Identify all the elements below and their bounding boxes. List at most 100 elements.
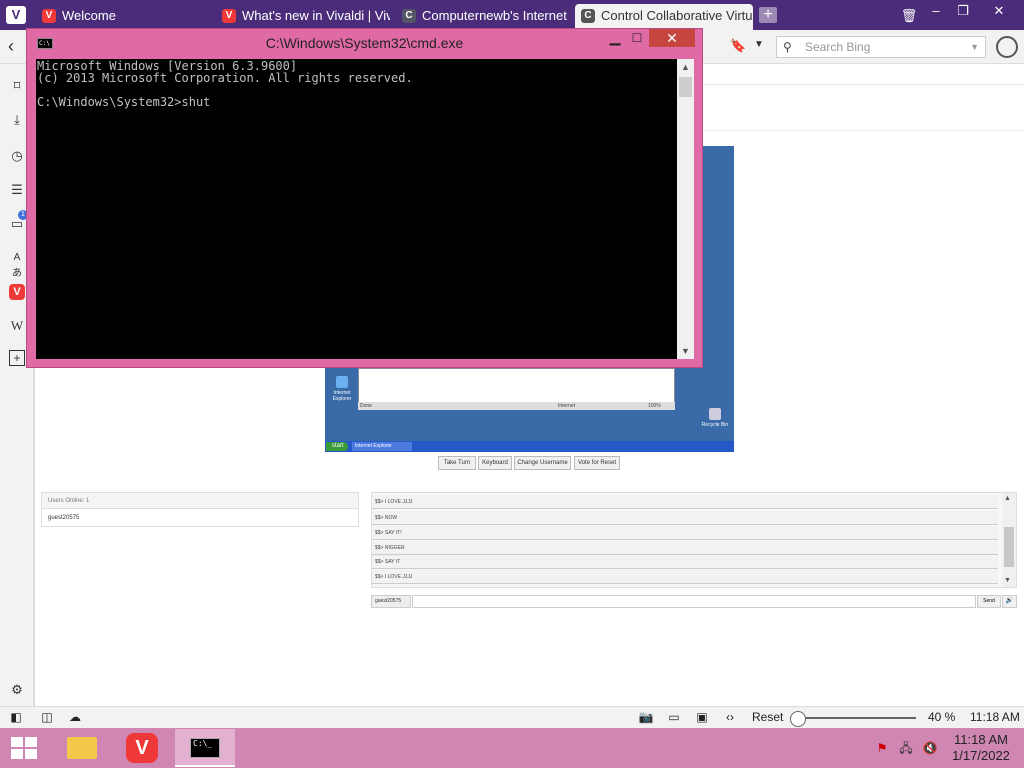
history-icon[interactable]: ◷ [9, 148, 25, 164]
windows-taskbar: V C:\_ ⚑ 🖧 🔇 11:18 AM 1/17/2022 [0, 728, 1024, 768]
recycle-bin-icon [709, 408, 721, 420]
change-username-button[interactable]: Change Username [514, 456, 571, 470]
tab-control-collaborative[interactable]: C Control Collaborative Virtu [575, 4, 753, 30]
tab-tiling-icon[interactable]: ◫ [39, 710, 55, 724]
zoom-slider-track[interactable] [790, 717, 916, 719]
console-line: (c) 2013 Microsoft Corporation. All righ… [37, 71, 413, 85]
download-icon[interactable]: ⤓ [9, 112, 25, 128]
vivaldi-taskbar-button[interactable]: V [113, 729, 173, 767]
browser-tab-bar: V V Welcome V What's new in Vivaldi | Vi… [0, 0, 1024, 30]
users-panel: Users Online: 1 guest20575 [41, 492, 359, 527]
chat-send-button[interactable]: Send [977, 595, 1001, 608]
cloud-sync-icon[interactable]: ☁ [67, 710, 83, 724]
vivaldi-icon[interactable]: V [9, 284, 25, 300]
tab-welcome[interactable]: V Welcome [36, 4, 212, 30]
users-online-header: Users Online: 1 [42, 493, 358, 509]
cmd-scroll-thumb[interactable] [679, 77, 692, 97]
chat-scroll-thumb[interactable] [1004, 527, 1014, 567]
file-explorer-taskbar-button[interactable] [51, 729, 111, 767]
window-icon[interactable]: ▭ [666, 710, 682, 724]
chevron-down-icon[interactable]: ▼ [970, 37, 979, 57]
new-tab-button[interactable]: + [759, 7, 777, 23]
chat-message: $$> SAY IT [372, 555, 998, 569]
camera-icon[interactable]: 📷 [638, 710, 654, 724]
cmd-maximize-button[interactable]: ☐ [627, 29, 647, 47]
scroll-up-icon[interactable]: ▲ [1004, 495, 1011, 502]
internet-explorer-icon [336, 376, 348, 388]
zoom-reset-button[interactable]: Reset [752, 710, 783, 724]
status-clock: 11:18 AM [970, 710, 1020, 724]
cmd-taskbar-button[interactable]: C:\_ [175, 729, 235, 767]
vm-ie-status-text: Done [360, 403, 372, 409]
chat-message: $$> NIGGER [372, 541, 998, 555]
chat-input[interactable] [412, 595, 976, 608]
computernewb-tab-icon: C [581, 9, 595, 23]
browser-status-bar: ◧ ◫ ☁ 📷 ▭ ▣ ‹› Reset 40 % 11:18 AM [0, 706, 1024, 728]
tab-label: Computernewb's Internet P [422, 8, 570, 23]
cmd-scrollbar[interactable]: ▲ ▼ [677, 59, 694, 359]
vm-task-button[interactable]: Internet Explorer [352, 442, 412, 451]
restore-button[interactable]: ❐ [950, 0, 976, 22]
vm-ie-zoom: 100% [648, 403, 661, 409]
vivaldi-tab-icon: V [222, 9, 236, 23]
vivaldi-tab-icon: V [42, 9, 56, 23]
take-turn-button[interactable]: Take Turn [438, 456, 476, 470]
vm-start-button[interactable]: start [326, 442, 348, 451]
cmd-console[interactable]: Microsoft Windows [Version 6.3.9600] (c) … [36, 59, 677, 359]
computernewb-tab-icon: C [402, 9, 416, 23]
tab-computernewb[interactable]: C Computernewb's Internet P [396, 4, 570, 30]
network-icon[interactable]: 🖧 [898, 740, 914, 756]
scroll-up-icon[interactable]: ▲ [677, 59, 694, 75]
action-center-flag-icon[interactable]: ⚑ [874, 740, 890, 756]
vm-ie-status-bar: Done Internet 100% [358, 402, 675, 410]
volume-muted-icon[interactable]: 🔇 [922, 740, 938, 756]
cmd-close-button[interactable]: ✕ [649, 29, 695, 47]
scroll-down-icon[interactable]: ▼ [1004, 577, 1011, 584]
speaker-icon[interactable]: 🔊 [1002, 595, 1017, 608]
cmd-minimize-button[interactable]: ▁ [605, 29, 625, 47]
tab-label: Welcome [62, 8, 116, 23]
taskbar-clock[interactable]: 11:18 AM 1/17/2022 [942, 732, 1020, 764]
vm-desktop-label: Internet Explorer [332, 390, 352, 402]
search-input[interactable]: ⚲ Search Bing ▼ [776, 36, 986, 58]
chat-message: $$> I LOVE JJJJ [372, 495, 998, 509]
chat-panel: $$> I LOVE JJJJ $$> NOW $$> SAY IT! $$> … [371, 492, 1017, 588]
trash-icon[interactable]: 🗑 [898, 5, 920, 27]
code-icon[interactable]: ‹› [722, 710, 738, 724]
vote-reset-button[interactable]: Vote for Reset [574, 456, 620, 470]
windows-start-button[interactable] [0, 728, 48, 768]
clock-time: 11:18 AM [954, 732, 1008, 747]
vivaldi-icon: V [126, 733, 158, 763]
translate-icon[interactable]: Aあ [9, 250, 25, 279]
bookmark-icon[interactable]: 🔖 [730, 38, 746, 54]
settings-icon[interactable]: ⚙ [9, 682, 25, 698]
profile-icon[interactable] [996, 36, 1018, 58]
panel-toggle-icon[interactable]: ◧ [8, 710, 24, 724]
cmd-window[interactable]: C:\ C:\Windows\System32\cmd.exe ▁ ☐ ✕ Mi… [26, 28, 703, 368]
add-panel-icon[interactable]: + [9, 350, 25, 366]
user-list-item[interactable]: guest20575 [42, 509, 358, 527]
tab-whats-new[interactable]: V What's new in Vivaldi | Vival [216, 4, 390, 30]
chat-username-label: guest20575 [371, 595, 411, 608]
keyboard-button[interactable]: Keyboard [478, 456, 512, 470]
chevron-down-icon[interactable]: ▼ [754, 39, 764, 50]
minimize-button[interactable]: – [922, 0, 950, 22]
close-button[interactable]: ✕ [976, 0, 1022, 22]
vivaldi-menu-button[interactable]: V [6, 6, 26, 24]
console-line: C:\Windows\System32>shut [37, 95, 211, 109]
bookmark-panel-icon[interactable]: ⌑ [9, 78, 25, 94]
clock-date: 1/17/2022 [952, 748, 1010, 763]
notes-icon[interactable]: ☰ [9, 182, 25, 198]
chat-scrollbar[interactable]: ▲ ▼ [1002, 493, 1016, 587]
cmd-window-title: C:\Windows\System32\cmd.exe [265, 35, 464, 51]
cmd-icon: C:\_ [190, 738, 220, 758]
windows-logo-icon [11, 737, 38, 759]
back-icon[interactable]: ‹ [8, 36, 14, 57]
zoom-slider-handle[interactable] [790, 711, 806, 727]
image-icon[interactable]: ▣ [694, 710, 710, 724]
wikipedia-icon[interactable]: W [9, 318, 25, 334]
scroll-down-icon[interactable]: ▼ [677, 343, 694, 359]
vm-desktop-icon-ie[interactable]: Internet Explorer [327, 376, 357, 402]
vm-desktop-label: Recycle Bin [701, 422, 729, 428]
vm-desktop-icon-recycle[interactable]: Recycle Bin [700, 408, 730, 428]
